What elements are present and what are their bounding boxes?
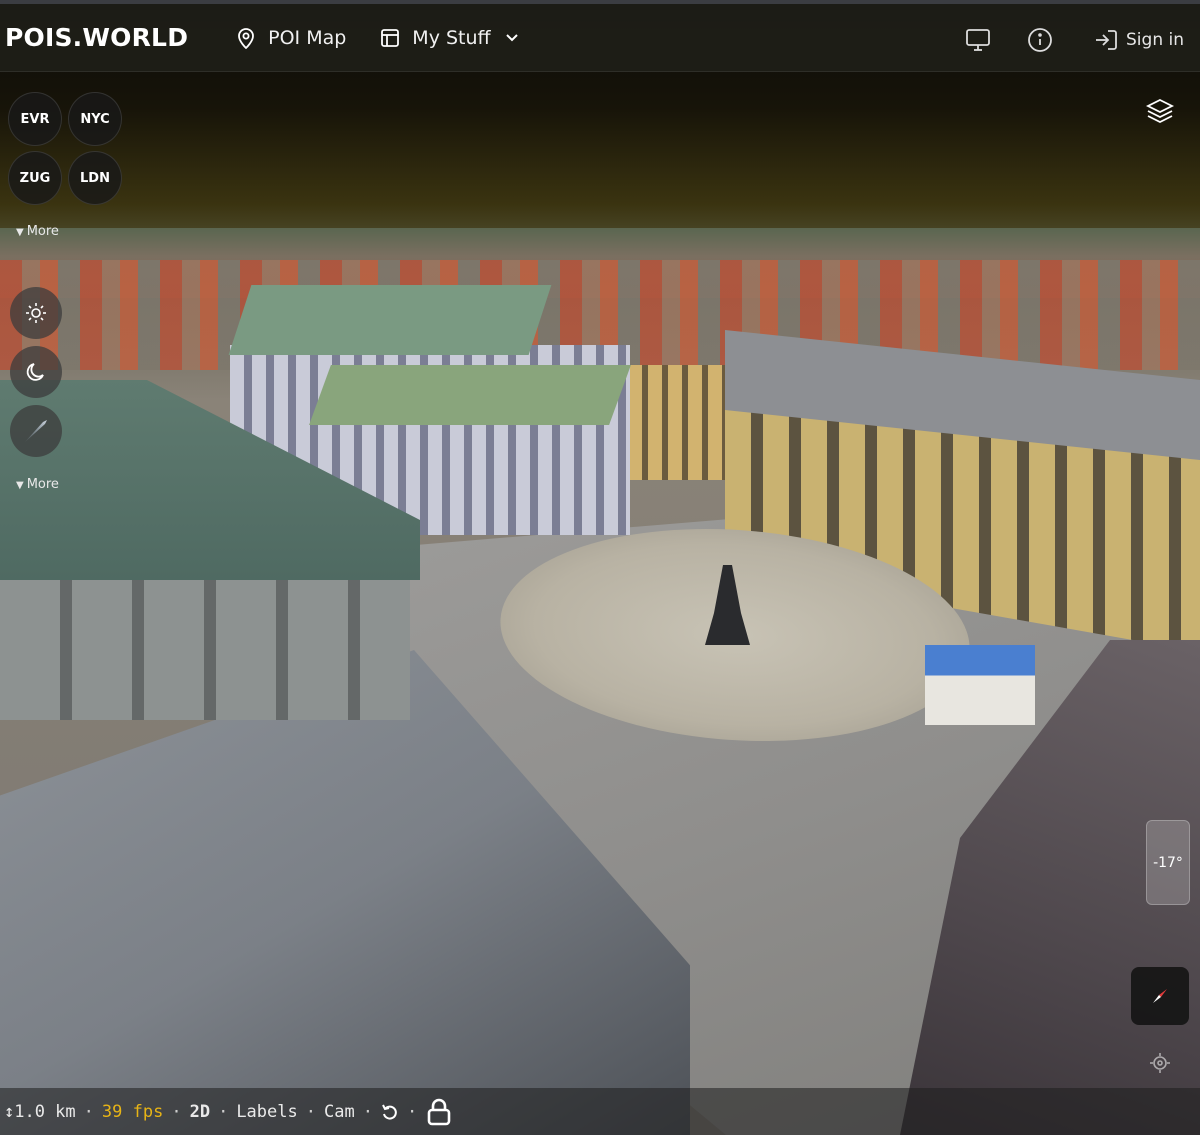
separator-dot: · — [83, 1101, 94, 1122]
cam-toggle[interactable]: Cam — [324, 1102, 355, 1122]
display-button[interactable] — [958, 20, 998, 60]
sign-in-icon — [1096, 30, 1117, 50]
moon-icon — [26, 363, 44, 381]
sign-in-label: Sign in — [1126, 30, 1184, 50]
compass-needle-icon — [1153, 989, 1167, 1003]
more-times-toggle[interactable]: ▼ More — [16, 477, 59, 492]
layers-button[interactable] — [1140, 94, 1180, 128]
city-button-nyc[interactable]: NYC — [68, 92, 122, 146]
city-button-ldn[interactable]: LDN — [68, 151, 122, 205]
chevron-down-icon — [505, 33, 518, 41]
more-cities-label: More — [26, 224, 59, 239]
separator-dot: · — [171, 1101, 182, 1122]
locate-button[interactable] — [1145, 1048, 1175, 1078]
construction-box — [925, 645, 1035, 725]
nav-poi-map[interactable]: POI Map — [236, 27, 346, 49]
tilt-readout: -17° — [1153, 854, 1183, 871]
sign-in-button[interactable]: Sign in — [1094, 29, 1184, 51]
lock-icon — [427, 1098, 451, 1125]
triangle-down-icon: ▼ — [16, 227, 24, 238]
more-times-label: More — [26, 477, 59, 492]
separator-dot: · — [362, 1101, 373, 1122]
map-pin-icon — [238, 27, 255, 49]
city-button-zug[interactable]: ZUG — [8, 151, 62, 205]
monitor-icon — [966, 29, 990, 51]
brand-logo[interactable]: POIS.WORLD — [5, 23, 188, 52]
tilt-control[interactable]: -17° — [1146, 820, 1190, 905]
comet-button[interactable] — [10, 405, 62, 457]
info-icon — [1028, 28, 1052, 52]
header-right-actions: Sign in — [958, 4, 1184, 76]
nav-my-stuff[interactable]: My Stuff — [380, 27, 518, 49]
map-3d-view[interactable] — [0, 0, 1200, 1135]
top-navbar: POIS.WORLD POI Map My Stuff Sign in — [0, 0, 1200, 72]
city-button-evr[interactable]: EVR — [8, 92, 62, 146]
triangle-down-icon: ▼ — [16, 480, 24, 491]
nav-poi-map-label: POI Map — [268, 26, 347, 49]
layout-icon — [381, 28, 400, 47]
info-button[interactable] — [1020, 20, 1060, 60]
more-cities-toggle[interactable]: ▼ More — [16, 224, 59, 239]
layers-icon — [1145, 98, 1175, 124]
comet-icon — [24, 420, 47, 443]
separator-dot: · — [218, 1101, 229, 1122]
reset-view-button[interactable] — [381, 1103, 399, 1121]
foreground-building — [0, 380, 690, 1135]
labels-toggle[interactable]: Labels — [236, 1102, 297, 1122]
nav-my-stuff-label: My Stuff — [412, 26, 491, 49]
mode-2d-toggle[interactable]: 2D — [190, 1102, 210, 1122]
night-button[interactable] — [10, 346, 62, 398]
separator-dot: · — [406, 1101, 418, 1122]
status-bar: ↕1.0 km · 39 fps · 2D · Labels · Cam · · — [0, 1088, 1200, 1135]
lock-button[interactable] — [425, 1097, 453, 1127]
compass-button[interactable] — [1131, 967, 1189, 1025]
rotate-icon — [382, 1104, 397, 1120]
sun-icon — [26, 303, 46, 323]
fps-readout: 39 fps — [101, 1101, 164, 1122]
separator-dot: · — [305, 1101, 316, 1122]
crosshair-icon — [1150, 1053, 1170, 1073]
distance-readout: ↕1.0 km — [4, 1101, 76, 1122]
daytime-button[interactable] — [10, 287, 62, 339]
